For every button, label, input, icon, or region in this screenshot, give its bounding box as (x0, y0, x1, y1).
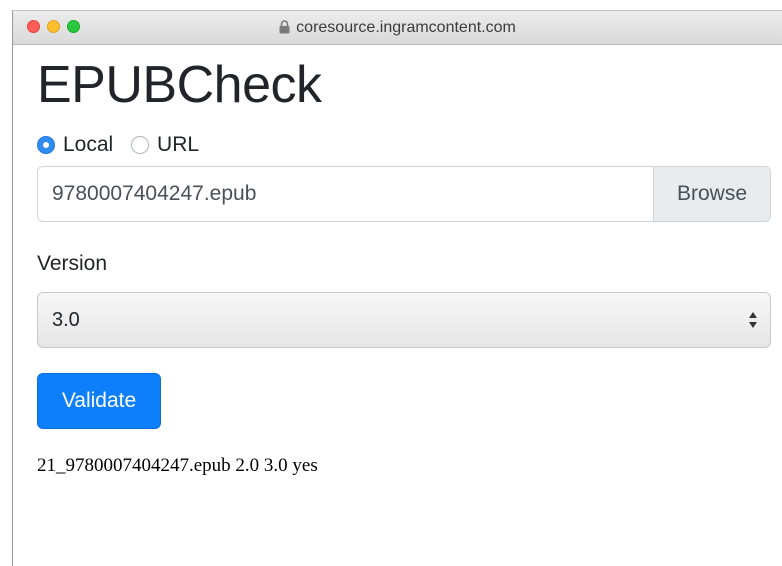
version-select[interactable]: 3.0 (37, 292, 771, 348)
address-bar[interactable]: coresource.ingramcontent.com (13, 18, 782, 38)
radio-local-label: Local (63, 133, 114, 156)
validation-result: 21_9780007404247.epub 2.0 3.0 yes (37, 455, 318, 476)
radio-url-label: URL (157, 133, 200, 156)
file-path-input[interactable] (38, 167, 653, 221)
radio-local-indicator[interactable] (37, 136, 55, 154)
file-input-group: Browse (37, 166, 771, 222)
radio-url[interactable]: URL (131, 132, 199, 158)
version-label: Version (37, 252, 108, 275)
lock-icon (279, 20, 290, 34)
version-selected-value: 3.0 (52, 309, 80, 331)
page-title: EPUBCheck (37, 56, 322, 114)
browser-titlebar: coresource.ingramcontent.com (13, 11, 782, 45)
validate-button[interactable]: Validate (37, 373, 161, 429)
browse-button[interactable]: Browse (653, 167, 770, 221)
address-text: coresource.ingramcontent.com (296, 19, 516, 36)
radio-local[interactable]: Local (37, 132, 113, 158)
source-radio-group: Local URL (37, 132, 211, 158)
radio-url-indicator[interactable] (131, 136, 150, 154)
select-arrows-icon (749, 312, 757, 328)
browser-window: coresource.ingramcontent.com EPUBCheck L… (12, 10, 782, 566)
